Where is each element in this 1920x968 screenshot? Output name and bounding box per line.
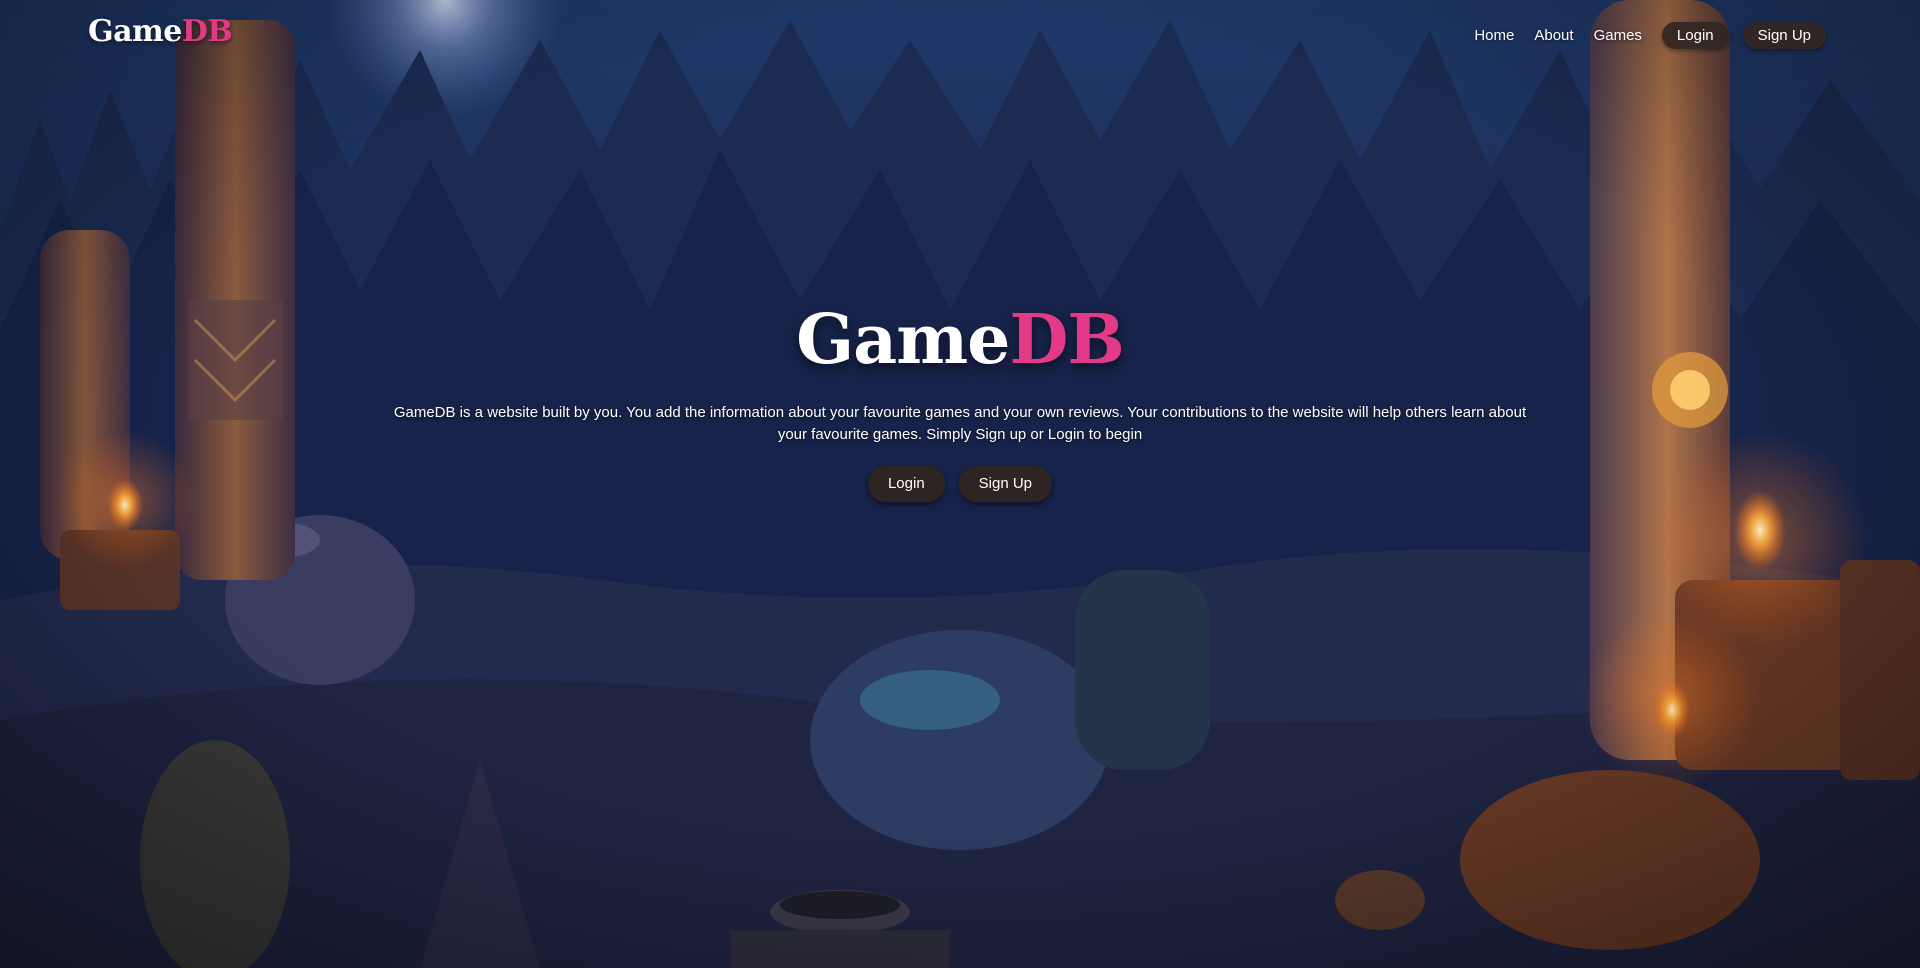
brand-logo-part2: DB [181,14,233,49]
hero-title-part2: DB [1009,300,1124,380]
nav-about-link[interactable]: About [1534,27,1573,44]
hero-signup-button[interactable]: Sign Up [958,466,1053,502]
nav-home-link[interactable]: Home [1474,27,1514,44]
nav-signup-button[interactable]: Sign Up [1742,22,1826,49]
nav-games-link[interactable]: Games [1594,27,1642,44]
hero-login-button[interactable]: Login [867,466,945,502]
hero-description: GameDB is a website built by you. You ad… [393,404,1527,443]
nav-login-button[interactable]: Login [1661,22,1729,49]
landing-page: GameDB Home About Games Login Sign Up Ga… [0,0,1920,968]
hero-title: GameDB [0,300,1920,380]
hero-button-group: Login Sign Up [0,466,1920,502]
main-nav: Home About Games Login Sign Up [1474,22,1826,49]
hero-title-part1: Game [796,300,1010,380]
brand-logo[interactable]: GameDB [88,14,233,49]
brand-logo-part1: Game [88,14,182,49]
